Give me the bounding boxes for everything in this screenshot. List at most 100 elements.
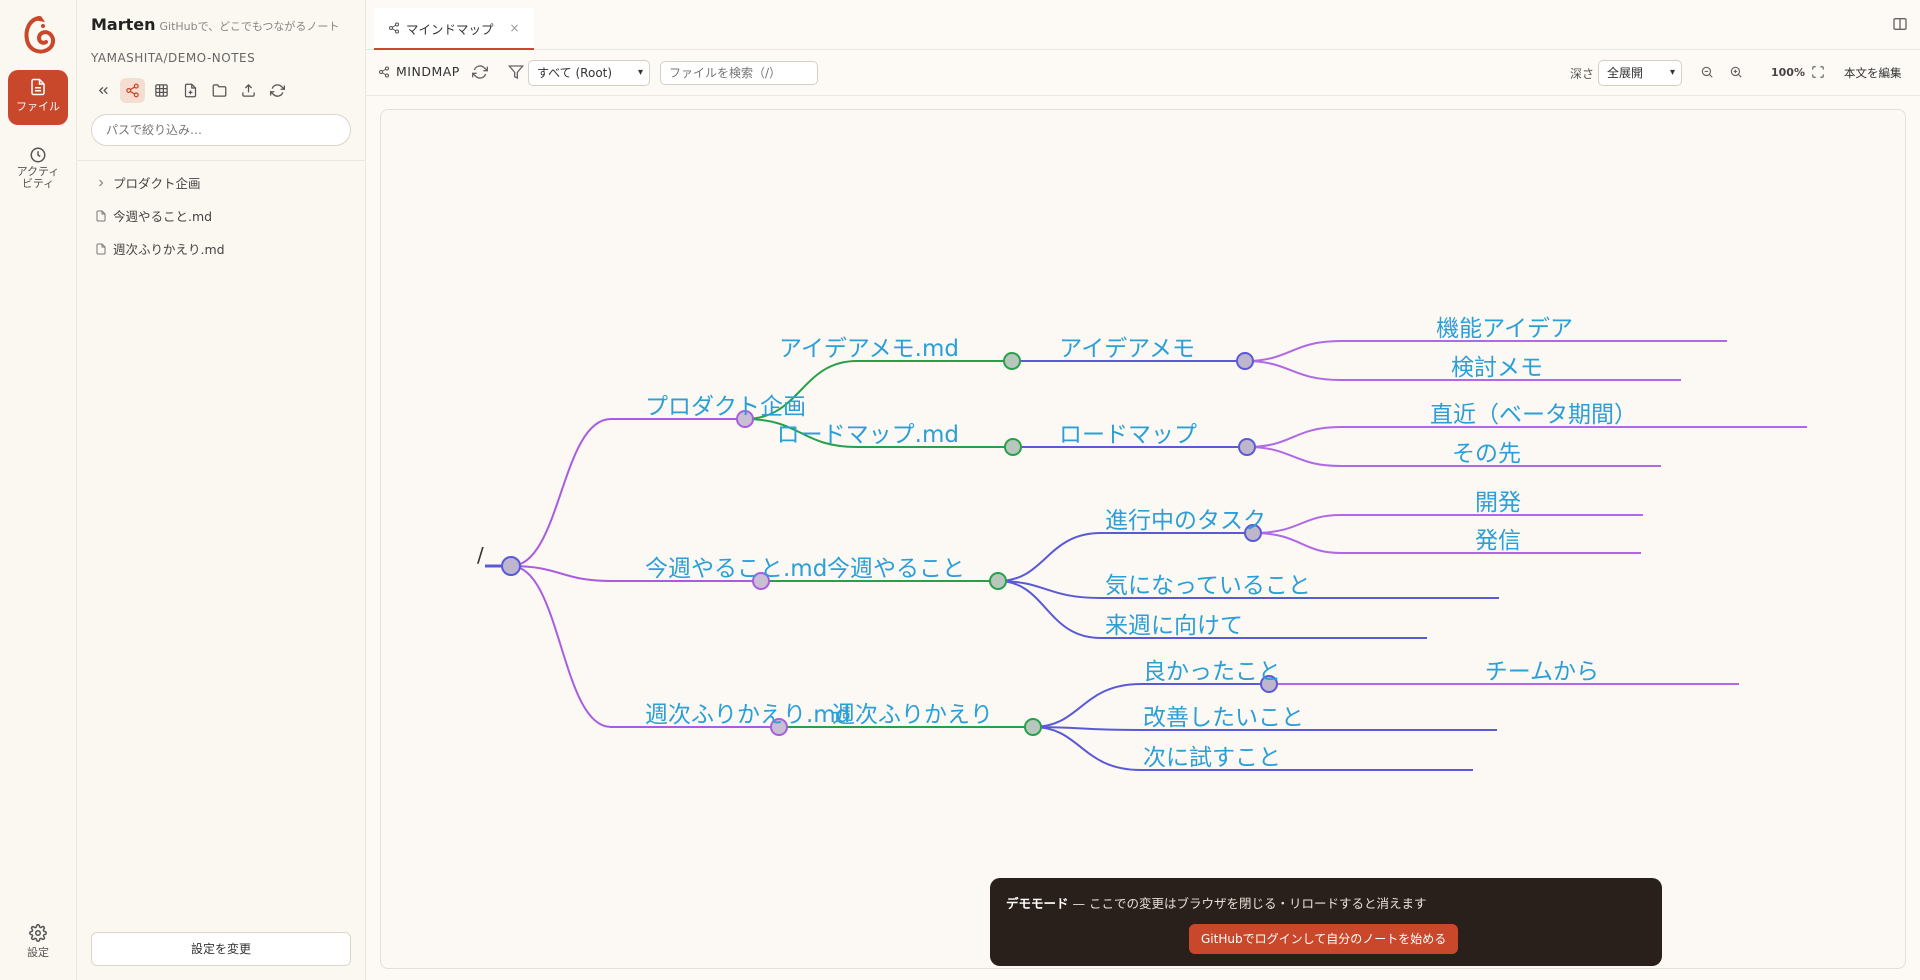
activity-nav-label: アクティビティ [16,165,60,190]
mindmap-node[interactable] [1236,352,1254,370]
toast-body: — ここでの変更はブラウザを閉じる・リロードすると消えます [1068,896,1427,911]
node-label[interactable]: ロードマップ [1059,422,1197,448]
table-view-button[interactable] [149,78,174,103]
main-area: マインドマップ × MINDMAP すべて (Root) ▾ 深さ 全展開 ▾ … [366,0,1920,980]
change-settings-button[interactable]: 設定を変更 [91,932,351,966]
node-label[interactable]: 次に試すこと [1143,745,1281,771]
settings-nav-label: 設定 [27,946,49,959]
edit-body-button[interactable]: 本文を編集 [1844,65,1902,81]
tree-file-item[interactable]: 今週やること.md [95,206,212,225]
share-nodes-icon [379,66,389,77]
upload-icon [242,83,255,97]
marten-logo[interactable] [19,14,59,58]
zoom-in-icon[interactable] [1729,64,1743,80]
settings-nav-button[interactable]: 設定 [8,922,68,962]
mindmap-node[interactable] [1238,438,1256,456]
github-login-button[interactable]: GitHubでログインして自分のノートを始める [1189,924,1459,954]
node-label[interactable]: 週次ふりかえり [832,702,993,728]
file-sidebar: Marten GitHubで、どこでもつながるノート YAMASHITA/DEMO… [77,0,366,980]
tab-mindmap[interactable]: マインドマップ × [374,8,534,50]
node-label[interactable]: その先 [1452,441,1521,467]
mindmap-node[interactable] [1024,718,1042,736]
activity-nav-button[interactable]: アクティビティ [8,138,68,198]
chevrons-left-icon [98,86,108,95]
filter-icon [508,65,524,80]
node-label[interactable]: 良かったこと [1143,659,1281,685]
file-icon [96,210,106,221]
tree-item-label: 今週やること.md [113,209,213,224]
tab-close-icon[interactable]: × [510,21,520,35]
node-label[interactable]: 開発 [1475,490,1521,516]
mindmap-svg: / プロダクト企画 今週やること.md 週次ふりかえり.md アイデアメモ.md… [477,316,1807,771]
repo-name: YAMASHITA/DEMO-NOTES [91,51,256,65]
node-label[interactable]: 今週やること [827,556,965,582]
mindmap-view-button[interactable] [120,78,145,103]
files-nav-button[interactable]: ファイル [8,70,68,125]
root-node[interactable] [501,556,521,576]
node-label[interactable]: プロダクト企画 [645,394,806,420]
node-label[interactable]: アイデアメモ [1059,336,1195,362]
app-brand: Marten GitHubで、どこでもつながるノート [91,15,339,34]
tree-folder-item[interactable]: プロダクト企画 [95,173,201,192]
depth-select[interactable]: 全展開 ▾ [1598,60,1682,86]
zoom-level: 100% [1771,66,1805,79]
zoom-out-icon[interactable] [1700,64,1714,80]
sidebar-toolbar [91,78,290,104]
gear-icon [29,924,47,942]
folder-icon [212,84,227,97]
depth-label: 深さ [1570,67,1595,81]
mode-text: MINDMAP [396,64,460,79]
demo-mode-toast: デモモード — ここでの変更はブラウザを閉じる・リロードすると消えます GitH… [990,878,1662,966]
node-label[interactable]: 進行中のタスク [1105,508,1266,534]
node-label[interactable]: 発信 [1475,528,1521,554]
mindmap-node[interactable] [1004,438,1022,456]
node-label[interactable]: 来週に向けて [1105,613,1243,639]
split-view-icon[interactable] [1892,16,1908,32]
scope-select[interactable]: すべて (Root) ▾ [528,60,650,86]
toast-message: デモモード — ここでの変更はブラウザを閉じる・リロードすると消えます [1006,893,1426,912]
toast-title: デモモード [1006,896,1069,911]
new-folder-button[interactable] [207,78,232,103]
tree-file-item[interactable]: 週次ふりかえり.md [95,239,225,258]
file-search-input[interactable] [660,61,818,85]
sidebar-divider [77,160,366,161]
scope-select-value: すべて (Root) [537,66,613,80]
node-label[interactable]: 週次ふりかえり.md [645,702,850,728]
app-rail: ファイル アクティビティ 設定 [0,0,77,980]
chevron-down-icon: ▾ [637,67,643,78]
node-label[interactable]: 検討メモ [1451,355,1543,381]
new-file-button[interactable] [178,78,203,103]
node-label[interactable]: アイデアメモ.md [779,336,959,362]
node-label[interactable]: チームから [1485,659,1599,685]
node-label[interactable]: 機能アイデア [1436,316,1573,342]
node-label[interactable]: 今週やること.md [645,556,827,582]
refresh-button[interactable] [265,78,290,103]
file-icon [31,78,45,96]
file-plus-icon [184,83,197,98]
node-label[interactable]: 気になっていること [1105,573,1311,599]
root-label: / [477,543,484,567]
node-label[interactable]: 改善したいこと [1143,705,1304,731]
depth-select-value: 全展開 [1607,66,1644,80]
path-filter-input[interactable] [91,114,351,146]
fullscreen-icon[interactable] [1811,64,1825,80]
node-label[interactable]: 直近（ベータ期間） [1430,402,1637,428]
table-icon [155,84,168,97]
chevron-down-icon: ▾ [1669,67,1675,78]
mindmap-toolbar: MINDMAP すべて (Root) ▾ 深さ 全展開 ▾ 100% 本文を編集 [366,50,1920,96]
files-nav-label: ファイル [16,100,60,113]
collapse-sidebar-button[interactable] [91,78,116,103]
tree-item-label: プロダクト企画 [113,176,201,191]
mindmap-node[interactable] [1003,352,1021,370]
mindmap-node[interactable] [989,572,1007,590]
tab-bar: マインドマップ × [366,0,1920,50]
tab-label: マインドマップ [406,21,494,37]
upload-button[interactable] [236,78,261,103]
mindmap-canvas[interactable]: / プロダクト企画 今週やること.md 週次ふりかえり.md アイデアメモ.md… [380,109,1906,969]
level4-links [1244,340,1807,685]
app-name: Marten [91,15,156,34]
node-label[interactable]: ロードマップ.md [777,422,959,448]
app-tagline: GitHubで、どこでもつながるノート [159,20,340,33]
refresh-icon[interactable] [472,64,488,80]
share-nodes-icon [389,22,399,34]
